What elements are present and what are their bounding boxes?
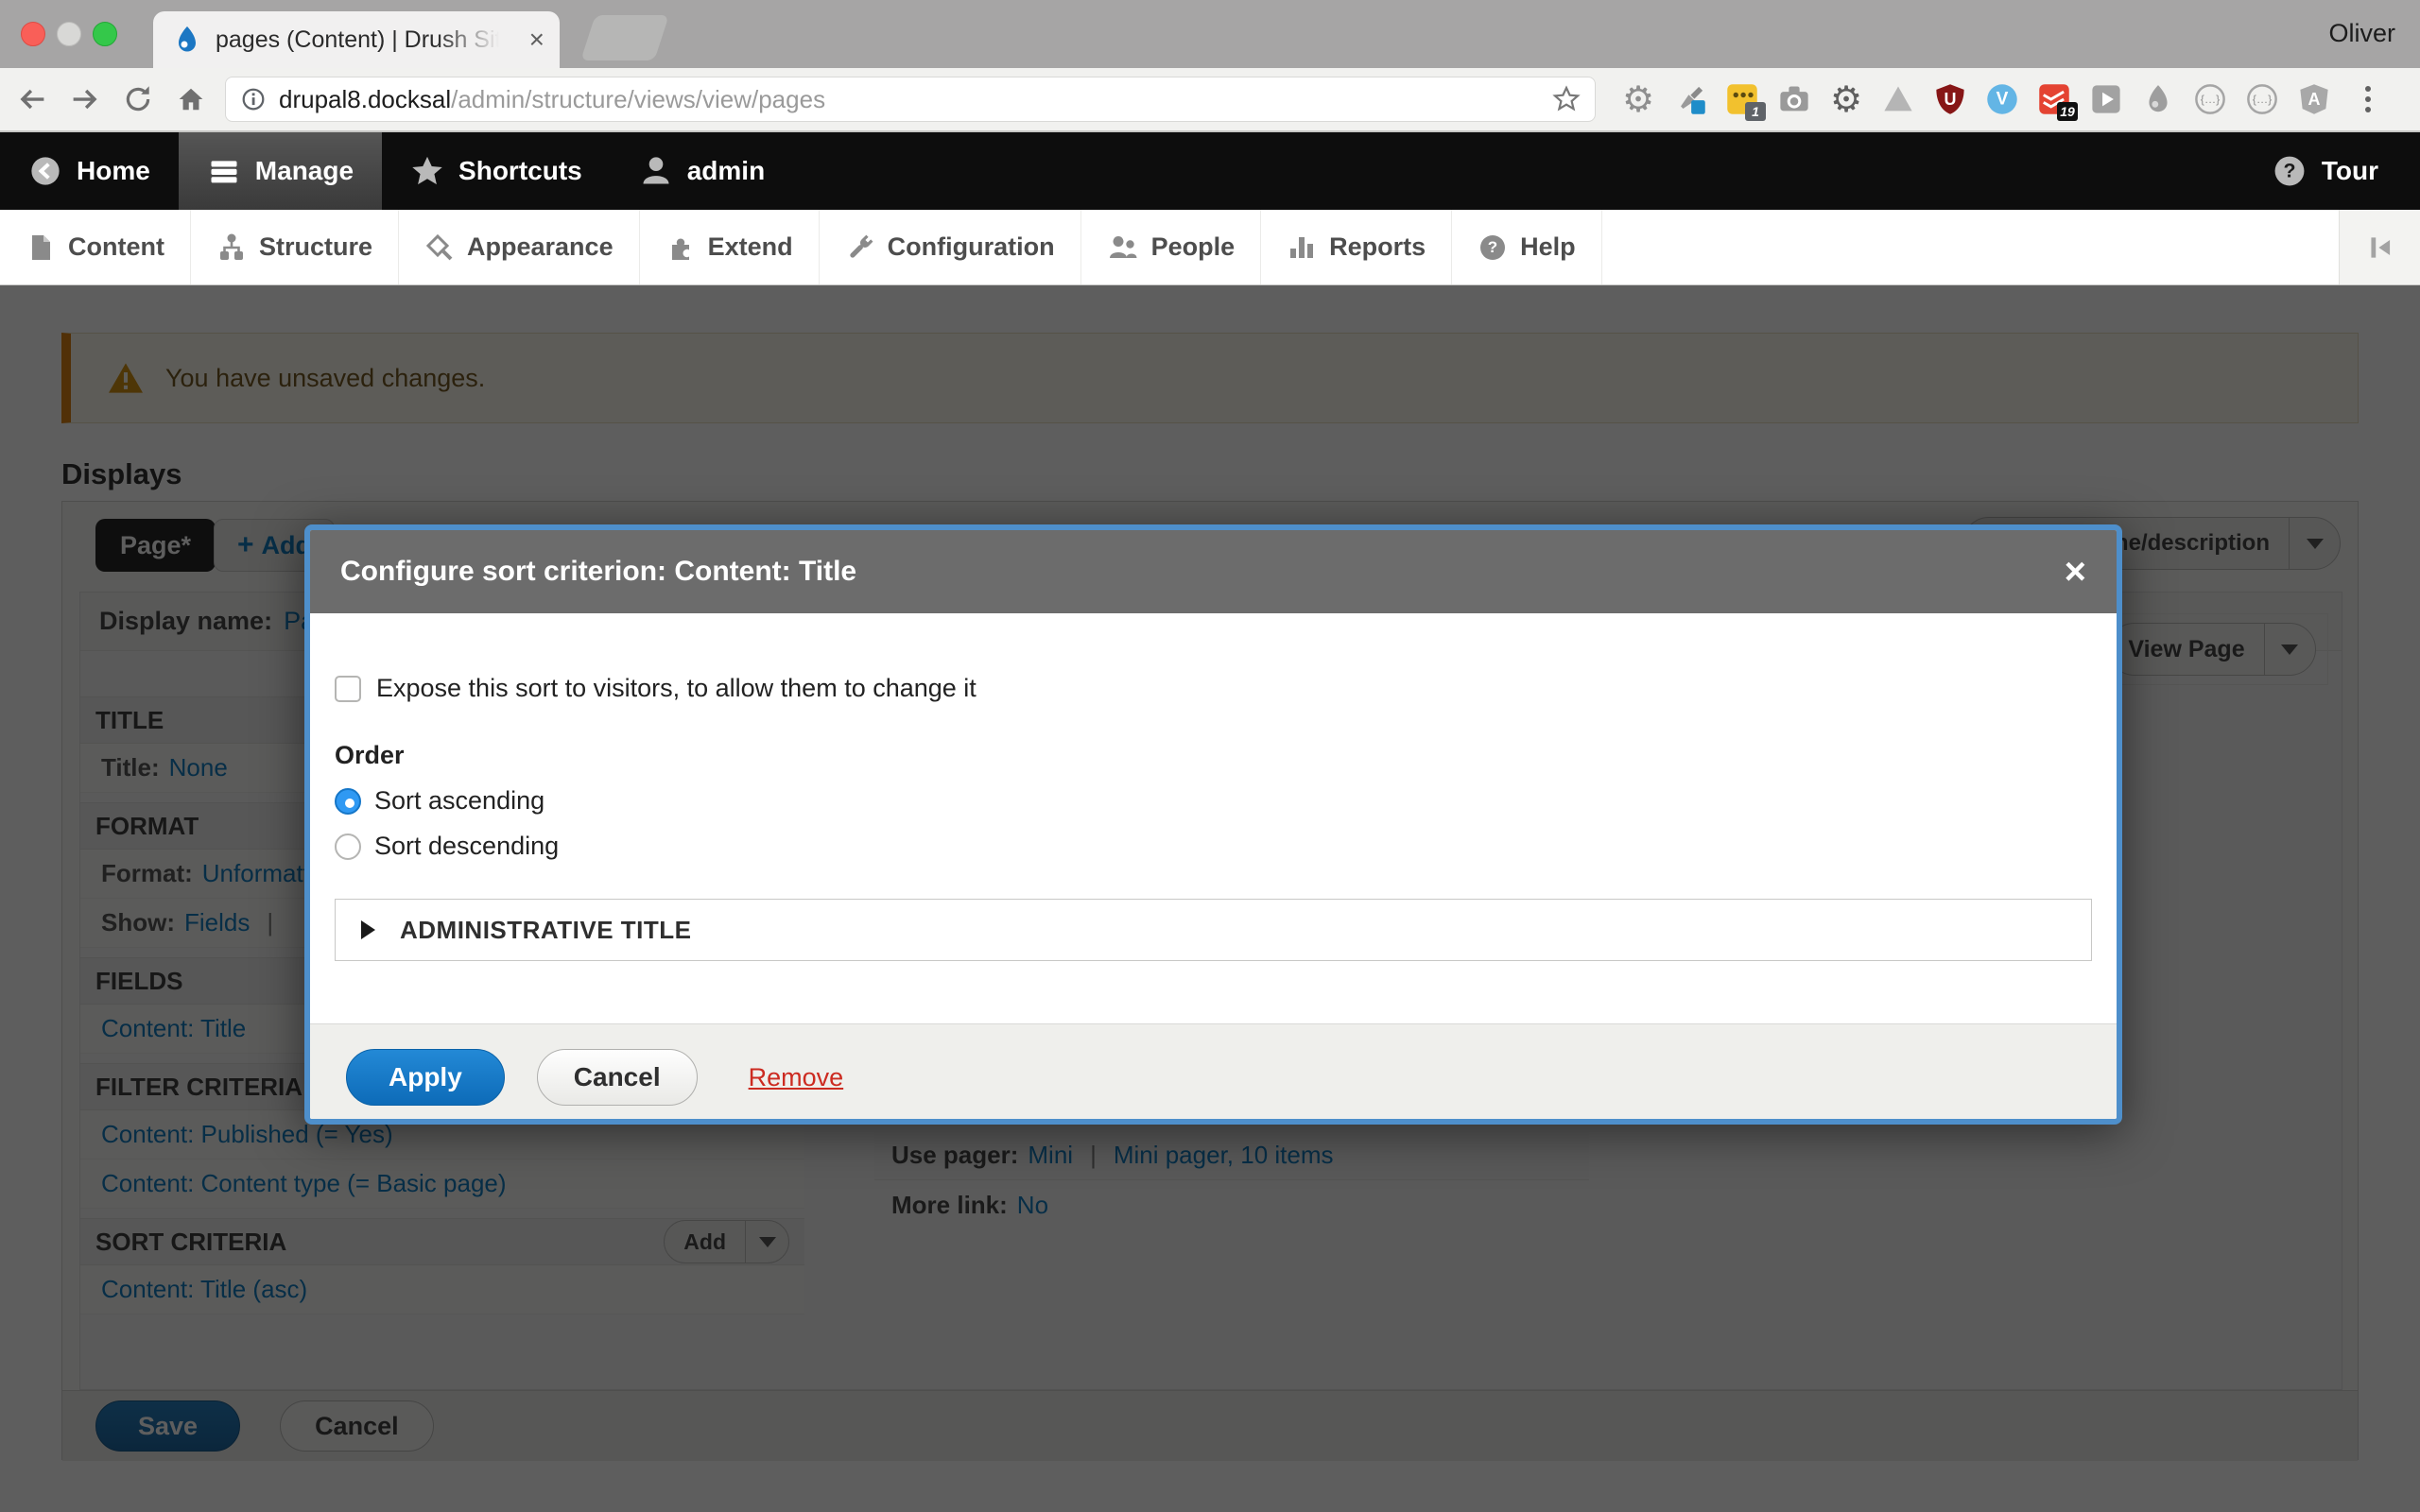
ublock-origin-icon[interactable]: U bbox=[1932, 81, 1968, 117]
svg-text:V: V bbox=[1996, 90, 2009, 110]
sort-descending-radio[interactable] bbox=[335, 833, 361, 860]
todoist-icon[interactable]: 19 bbox=[2036, 81, 2072, 117]
toolbar-item-home[interactable]: Home bbox=[0, 132, 179, 210]
window-minimize-button[interactable] bbox=[57, 22, 81, 46]
svg-text:A: A bbox=[2308, 90, 2321, 109]
address-bar[interactable]: drupal8.docksal/admin/structure/views/vi… bbox=[225, 77, 1596, 122]
document-icon bbox=[26, 232, 56, 263]
bar-chart-icon bbox=[1287, 232, 1317, 263]
tour-question-icon: ? bbox=[2272, 153, 2308, 189]
home-button[interactable] bbox=[170, 78, 212, 120]
notes-badge: 1 bbox=[1745, 102, 1766, 121]
reload-icon bbox=[122, 83, 154, 115]
svg-text:U: U bbox=[1945, 90, 1957, 109]
window-close-button[interactable] bbox=[21, 22, 45, 46]
json-viewer-icon[interactable]: {…} bbox=[2192, 81, 2228, 117]
new-tab-button[interactable] bbox=[580, 15, 669, 60]
paintbrush-icon bbox=[424, 232, 455, 263]
forward-button[interactable] bbox=[64, 78, 106, 120]
menu-item-reports[interactable]: Reports bbox=[1261, 210, 1452, 284]
forward-arrow-icon bbox=[68, 82, 102, 116]
back-button[interactable] bbox=[11, 78, 53, 120]
menu-item-content[interactable]: Content bbox=[0, 210, 191, 284]
menu-item-configuration[interactable]: Configuration bbox=[820, 210, 1081, 284]
order-label: Order bbox=[335, 741, 2092, 770]
vimeo-icon[interactable]: V bbox=[1984, 81, 2020, 117]
sort-ascending-radio[interactable] bbox=[335, 788, 361, 815]
modal-body: Expose this sort to visitors, to allow t… bbox=[310, 613, 2117, 1023]
expose-sort-checkbox[interactable] bbox=[335, 676, 361, 702]
toolbar-item-tour[interactable]: ? Tour bbox=[2243, 132, 2407, 210]
people-icon bbox=[1107, 232, 1139, 263]
menu-item-help[interactable]: ? Help bbox=[1452, 210, 1602, 284]
drive-triangle-icon[interactable] bbox=[1880, 81, 1916, 117]
dark-gear-icon[interactable]: ⚙ bbox=[1828, 81, 1864, 117]
back-arrow-icon bbox=[15, 82, 49, 116]
drupal-admin-toolbar: Home Manage Shortcuts admin ? Tour bbox=[0, 132, 2420, 210]
browser-tab[interactable]: pages (Content) | Drush Site-In × bbox=[153, 11, 560, 68]
apply-button[interactable]: Apply bbox=[346, 1049, 505, 1106]
expose-sort-option[interactable]: Expose this sort to visitors, to allow t… bbox=[335, 613, 2092, 703]
svg-text:{…}: {…} bbox=[2253, 93, 2273, 106]
browser-urlbar: drupal8.docksal/admin/structure/views/vi… bbox=[0, 68, 2420, 132]
administrative-title-toggle[interactable]: ADMINISTRATIVE TITLE bbox=[335, 899, 2092, 961]
star-icon bbox=[410, 154, 444, 188]
extensions-row: ⚙ 1 ⚙ U V 19 {…} bbox=[1620, 81, 2371, 117]
modal-header[interactable]: Configure sort criterion: Content: Title… bbox=[310, 530, 2117, 613]
json-viewer-2-icon[interactable]: {…} bbox=[2244, 81, 2280, 117]
configure-sort-modal: Configure sort criterion: Content: Title… bbox=[304, 524, 2122, 1125]
video-play-icon[interactable] bbox=[2088, 81, 2124, 117]
drupal-droplet-icon[interactable] bbox=[2140, 81, 2176, 117]
drupal-admin-menubar: Content Structure Appearance Extend Conf… bbox=[0, 210, 2420, 285]
svg-text:?: ? bbox=[1488, 238, 1497, 256]
toolbar-item-shortcuts[interactable]: Shortcuts bbox=[382, 132, 611, 210]
angular-inspector-icon[interactable]: A bbox=[2296, 81, 2332, 117]
toolbar-item-manage[interactable]: Manage bbox=[179, 132, 382, 210]
toolbar-item-admin-user[interactable]: admin bbox=[611, 132, 793, 210]
menu-item-extend[interactable]: Extend bbox=[640, 210, 820, 284]
tab-title: pages (Content) | Drush Site-In bbox=[216, 26, 499, 54]
menu-item-structure[interactable]: Structure bbox=[191, 210, 399, 284]
back-to-site-icon bbox=[28, 154, 62, 188]
menu-item-appearance[interactable]: Appearance bbox=[399, 210, 640, 284]
collapsed-arrow-icon bbox=[361, 920, 385, 939]
reload-button[interactable] bbox=[117, 78, 159, 120]
window-zoom-button[interactable] bbox=[93, 22, 117, 46]
browser-profile-name: Oliver bbox=[2328, 19, 2395, 48]
toolbar-collapse-button[interactable] bbox=[2339, 210, 2420, 284]
hamburger-menu-icon bbox=[207, 154, 241, 188]
modal-close-icon[interactable]: × bbox=[2065, 553, 2086, 591]
modal-title: Configure sort criterion: Content: Title bbox=[340, 556, 2065, 588]
modal-cancel-button[interactable]: Cancel bbox=[537, 1049, 698, 1106]
sort-ascending-option[interactable]: Sort ascending bbox=[335, 786, 2092, 816]
todoist-badge: 19 bbox=[2057, 102, 2078, 121]
collapse-left-icon bbox=[2364, 232, 2396, 264]
menu-item-people[interactable]: People bbox=[1081, 210, 1262, 284]
bookmark-star-icon[interactable] bbox=[1551, 84, 1582, 114]
url-host: drupal8.docksal bbox=[279, 85, 451, 113]
browser-titlebar: pages (Content) | Drush Site-In × Oliver bbox=[0, 0, 2420, 68]
sitemap-icon bbox=[216, 232, 247, 263]
url-path: /admin/structure/views/view/pages bbox=[451, 85, 825, 113]
home-icon bbox=[174, 82, 208, 116]
page-info-icon[interactable] bbox=[239, 85, 268, 113]
tab-close-icon[interactable]: × bbox=[529, 26, 544, 53]
settings-gear-icon[interactable]: ⚙ bbox=[1620, 81, 1656, 117]
user-icon bbox=[639, 154, 673, 188]
page-content: You have unsaved changes. Displays Page*… bbox=[0, 285, 2420, 1512]
screenshot-camera-icon[interactable] bbox=[1776, 81, 1812, 117]
wrench-icon bbox=[845, 232, 875, 263]
chrome-menu-icon[interactable] bbox=[2365, 86, 2371, 112]
help-question-icon: ? bbox=[1478, 232, 1508, 263]
svg-text:?: ? bbox=[2283, 159, 2295, 181]
drupal-favicon bbox=[172, 25, 202, 55]
color-picker-icon[interactable] bbox=[1672, 81, 1708, 117]
remove-link[interactable]: Remove bbox=[749, 1063, 844, 1092]
notes-extension-icon[interactable]: 1 bbox=[1724, 81, 1760, 117]
modal-footer: Apply Cancel Remove bbox=[310, 1023, 2117, 1125]
puzzle-icon bbox=[666, 232, 696, 263]
svg-text:{…}: {…} bbox=[2201, 93, 2221, 106]
sort-descending-option[interactable]: Sort descending bbox=[335, 832, 2092, 861]
